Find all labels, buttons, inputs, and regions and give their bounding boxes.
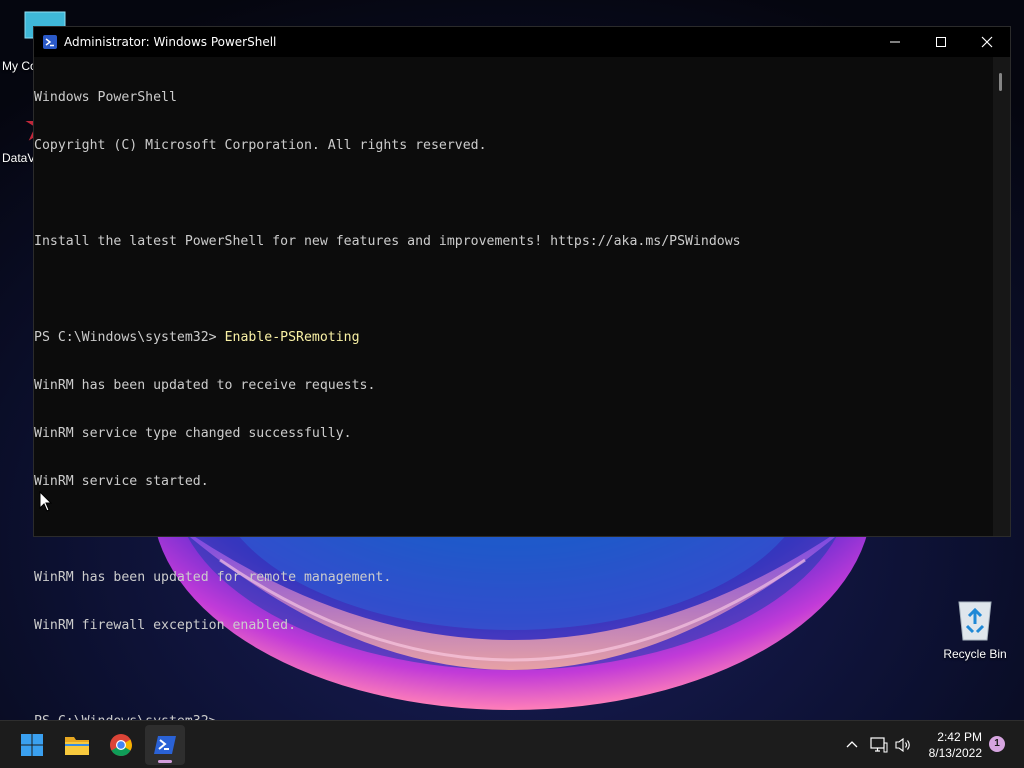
window-title: Administrator: Windows PowerShell (64, 35, 277, 49)
network-button[interactable] (867, 733, 891, 757)
console-prompt-line: PS C:\Windows\system32> Enable-PSRemotin… (34, 330, 993, 346)
maximize-button[interactable] (918, 27, 964, 57)
powershell-window[interactable]: Administrator: Windows PowerShell Window… (33, 26, 1011, 729)
console-prompt: PS C:\Windows\system32> (34, 330, 225, 345)
volume-button[interactable] (892, 733, 916, 757)
taskbar-chrome[interactable] (101, 725, 141, 765)
console-command: Enable-PSRemoting (224, 330, 360, 345)
console-line: WinRM has been updated for remote manage… (34, 570, 392, 585)
console-line: WinRM service started. (34, 474, 209, 489)
windows-start-icon (21, 734, 43, 756)
show-hidden-icons-button[interactable] (840, 733, 864, 757)
clock-time: 2:42 PM (937, 730, 982, 744)
console-line: Copyright (C) Microsoft Corporation. All… (34, 138, 487, 153)
desktop: My Co DataV Recycle Bin Administrator: W… (0, 0, 1024, 768)
taskbar-file-explorer[interactable] (57, 725, 97, 765)
start-button[interactable] (12, 725, 52, 765)
minimize-button[interactable] (872, 27, 918, 57)
console-line: WinRM has been updated to receive reques… (34, 378, 376, 393)
vertical-scrollbar[interactable] (993, 57, 1010, 536)
clock[interactable]: 2:42 PM 8/13/2022 (929, 729, 982, 761)
taskbar: 2:42 PM 8/13/2022 (0, 720, 1024, 768)
console-line: WinRM service type changed successfully. (34, 426, 352, 441)
notification-badge[interactable]: 1 (989, 736, 1005, 752)
taskbar-powershell[interactable] (145, 725, 185, 765)
console-output[interactable]: Windows PowerShell Copyright (C) Microso… (34, 57, 993, 729)
console-line: WinRM firewall exception enabled. (34, 618, 297, 633)
mouse-cursor-icon (39, 491, 53, 512)
console-line: Windows PowerShell (34, 90, 177, 105)
title-bar[interactable]: Administrator: Windows PowerShell (34, 27, 1010, 57)
minimize-icon (890, 41, 900, 43)
close-button[interactable] (964, 27, 1010, 57)
close-icon (981, 36, 993, 48)
clock-date: 8/13/2022 (928, 746, 982, 760)
folder-icon (65, 737, 89, 755)
scroll-thumb[interactable] (999, 73, 1002, 91)
chrome-icon (110, 734, 132, 756)
volume-icon (895, 737, 910, 753)
powershell-icon (43, 35, 57, 49)
active-indicator (158, 760, 172, 763)
powershell-icon (154, 736, 176, 754)
network-icon (870, 737, 888, 753)
chevron-up-icon (846, 741, 858, 748)
maximize-icon (936, 37, 946, 47)
console-line: Install the latest PowerShell for new fe… (34, 234, 741, 249)
